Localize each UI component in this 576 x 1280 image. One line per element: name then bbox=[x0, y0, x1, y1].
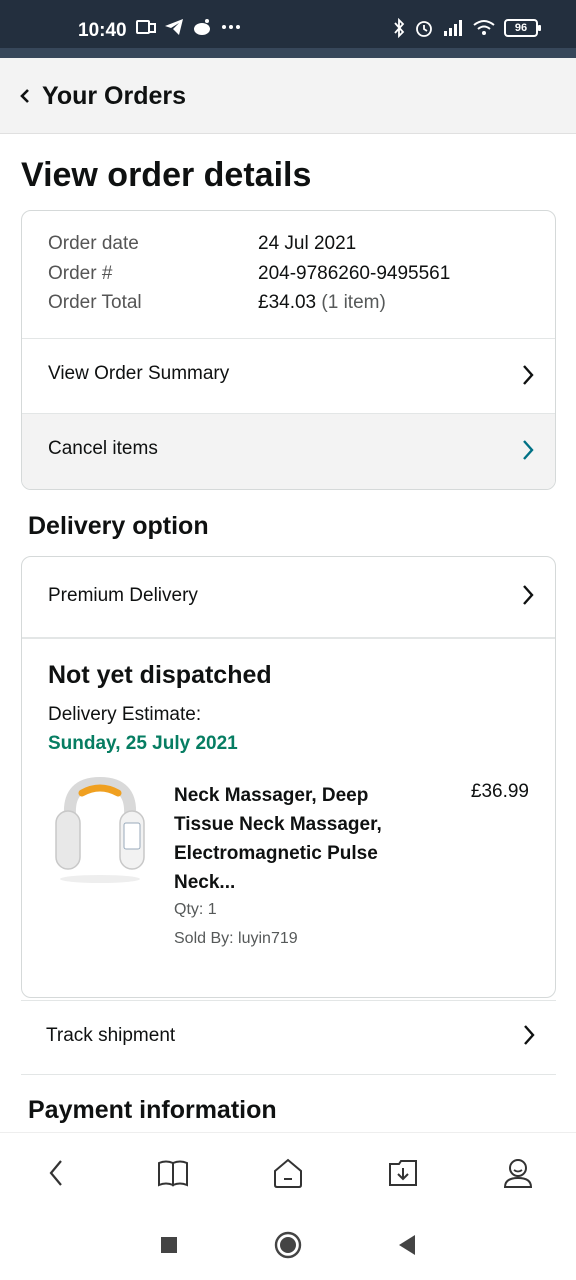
bluetooth-icon bbox=[394, 18, 405, 38]
system-icons: 96 bbox=[392, 18, 541, 38]
status-bar: 10:40 96 bbox=[0, 0, 576, 58]
chevron-right-icon bbox=[523, 365, 534, 385]
system-home-button[interactable] bbox=[273, 1230, 303, 1260]
order-total-amount: £34.03 bbox=[258, 292, 317, 313]
back-icon bbox=[49, 1160, 62, 1186]
premium-delivery-row[interactable]: Premium Delivery bbox=[22, 557, 555, 639]
download-icon bbox=[389, 1160, 417, 1186]
nav-downloads-button[interactable] bbox=[383, 1153, 423, 1193]
order-total-value: £34.03 (1 item) bbox=[258, 292, 386, 314]
order-date-value: 24 Jul 2021 bbox=[258, 233, 357, 254]
alarm-icon bbox=[416, 21, 432, 37]
track-shipment-label: Track shipment bbox=[46, 1025, 176, 1046]
cancel-items-row[interactable]: Cancel items bbox=[22, 413, 555, 489]
notification-icons bbox=[136, 18, 242, 36]
system-back-button[interactable] bbox=[392, 1230, 422, 1260]
dispatch-status: Not yet dispatched bbox=[48, 661, 272, 689]
view-order-summary-label: View Order Summary bbox=[48, 363, 230, 384]
chevron-right-icon bbox=[523, 440, 534, 460]
product-title-link[interactable]: Neck Massager, Deep Tissue Neck Massager… bbox=[174, 781, 419, 897]
header-title[interactable]: Your Orders bbox=[42, 82, 186, 111]
app-header: Your Orders bbox=[0, 58, 576, 134]
product-seller: Sold By: luyin719 bbox=[174, 930, 298, 947]
battery-icon: 96 bbox=[504, 19, 541, 37]
more-icon bbox=[222, 25, 240, 29]
delivery-estimate-date: Sunday, 25 July 2021 bbox=[48, 733, 238, 754]
cancel-items-label: Cancel items bbox=[48, 438, 158, 459]
signal-icon bbox=[444, 20, 462, 36]
chevron-right-icon bbox=[524, 1025, 535, 1045]
book-icon bbox=[158, 1160, 188, 1187]
order-number-value: 204-9786260-9495561 bbox=[258, 263, 451, 284]
profile-icon bbox=[503, 1159, 533, 1188]
delivery-card: Premium Delivery Not yet dispatched Deli… bbox=[21, 556, 556, 998]
delivery-option-label: Premium Delivery bbox=[48, 585, 198, 606]
payment-information-title: Payment information bbox=[28, 1096, 277, 1124]
product-image[interactable] bbox=[50, 775, 150, 887]
delivery-option-title: Delivery option bbox=[28, 512, 209, 540]
product-price: £36.99 bbox=[470, 781, 529, 802]
recents-icon bbox=[161, 1237, 177, 1253]
home-icon bbox=[274, 1231, 302, 1259]
reddit-icon bbox=[194, 19, 210, 35]
chevron-right-icon bbox=[523, 585, 534, 605]
page-title: View order details bbox=[21, 156, 312, 194]
outlook-icon bbox=[136, 20, 156, 34]
order-number-label: Order # bbox=[48, 263, 113, 284]
telegram-icon bbox=[165, 19, 183, 35]
system-recents-button[interactable] bbox=[154, 1230, 184, 1260]
order-info-card: Order date 24 Jul 2021 Order # 204-97862… bbox=[21, 210, 556, 490]
delivery-estimate-label: Delivery Estimate: bbox=[48, 704, 202, 725]
view-order-summary-row[interactable]: View Order Summary bbox=[22, 338, 555, 413]
status-time: 10:40 bbox=[78, 20, 127, 41]
nav-home-button[interactable] bbox=[268, 1153, 308, 1193]
order-date-label: Order date bbox=[48, 233, 139, 254]
home-icon bbox=[274, 1158, 302, 1188]
nav-book-button[interactable] bbox=[153, 1153, 193, 1193]
back-icon bbox=[399, 1235, 415, 1255]
order-total-items: (1 item) bbox=[321, 292, 386, 313]
wifi-icon bbox=[473, 20, 495, 35]
track-shipment-row[interactable]: Track shipment bbox=[21, 1000, 556, 1075]
system-nav-bar bbox=[0, 1210, 576, 1280]
bottom-nav-bar bbox=[0, 1132, 576, 1210]
order-total-label: Order Total bbox=[48, 292, 142, 313]
nav-profile-button[interactable] bbox=[498, 1153, 538, 1193]
nav-back-button[interactable] bbox=[36, 1153, 76, 1193]
back-chevron-icon[interactable] bbox=[18, 86, 32, 106]
status-bar-strip bbox=[0, 48, 576, 58]
product-quantity: Qty: 1 bbox=[174, 901, 217, 918]
